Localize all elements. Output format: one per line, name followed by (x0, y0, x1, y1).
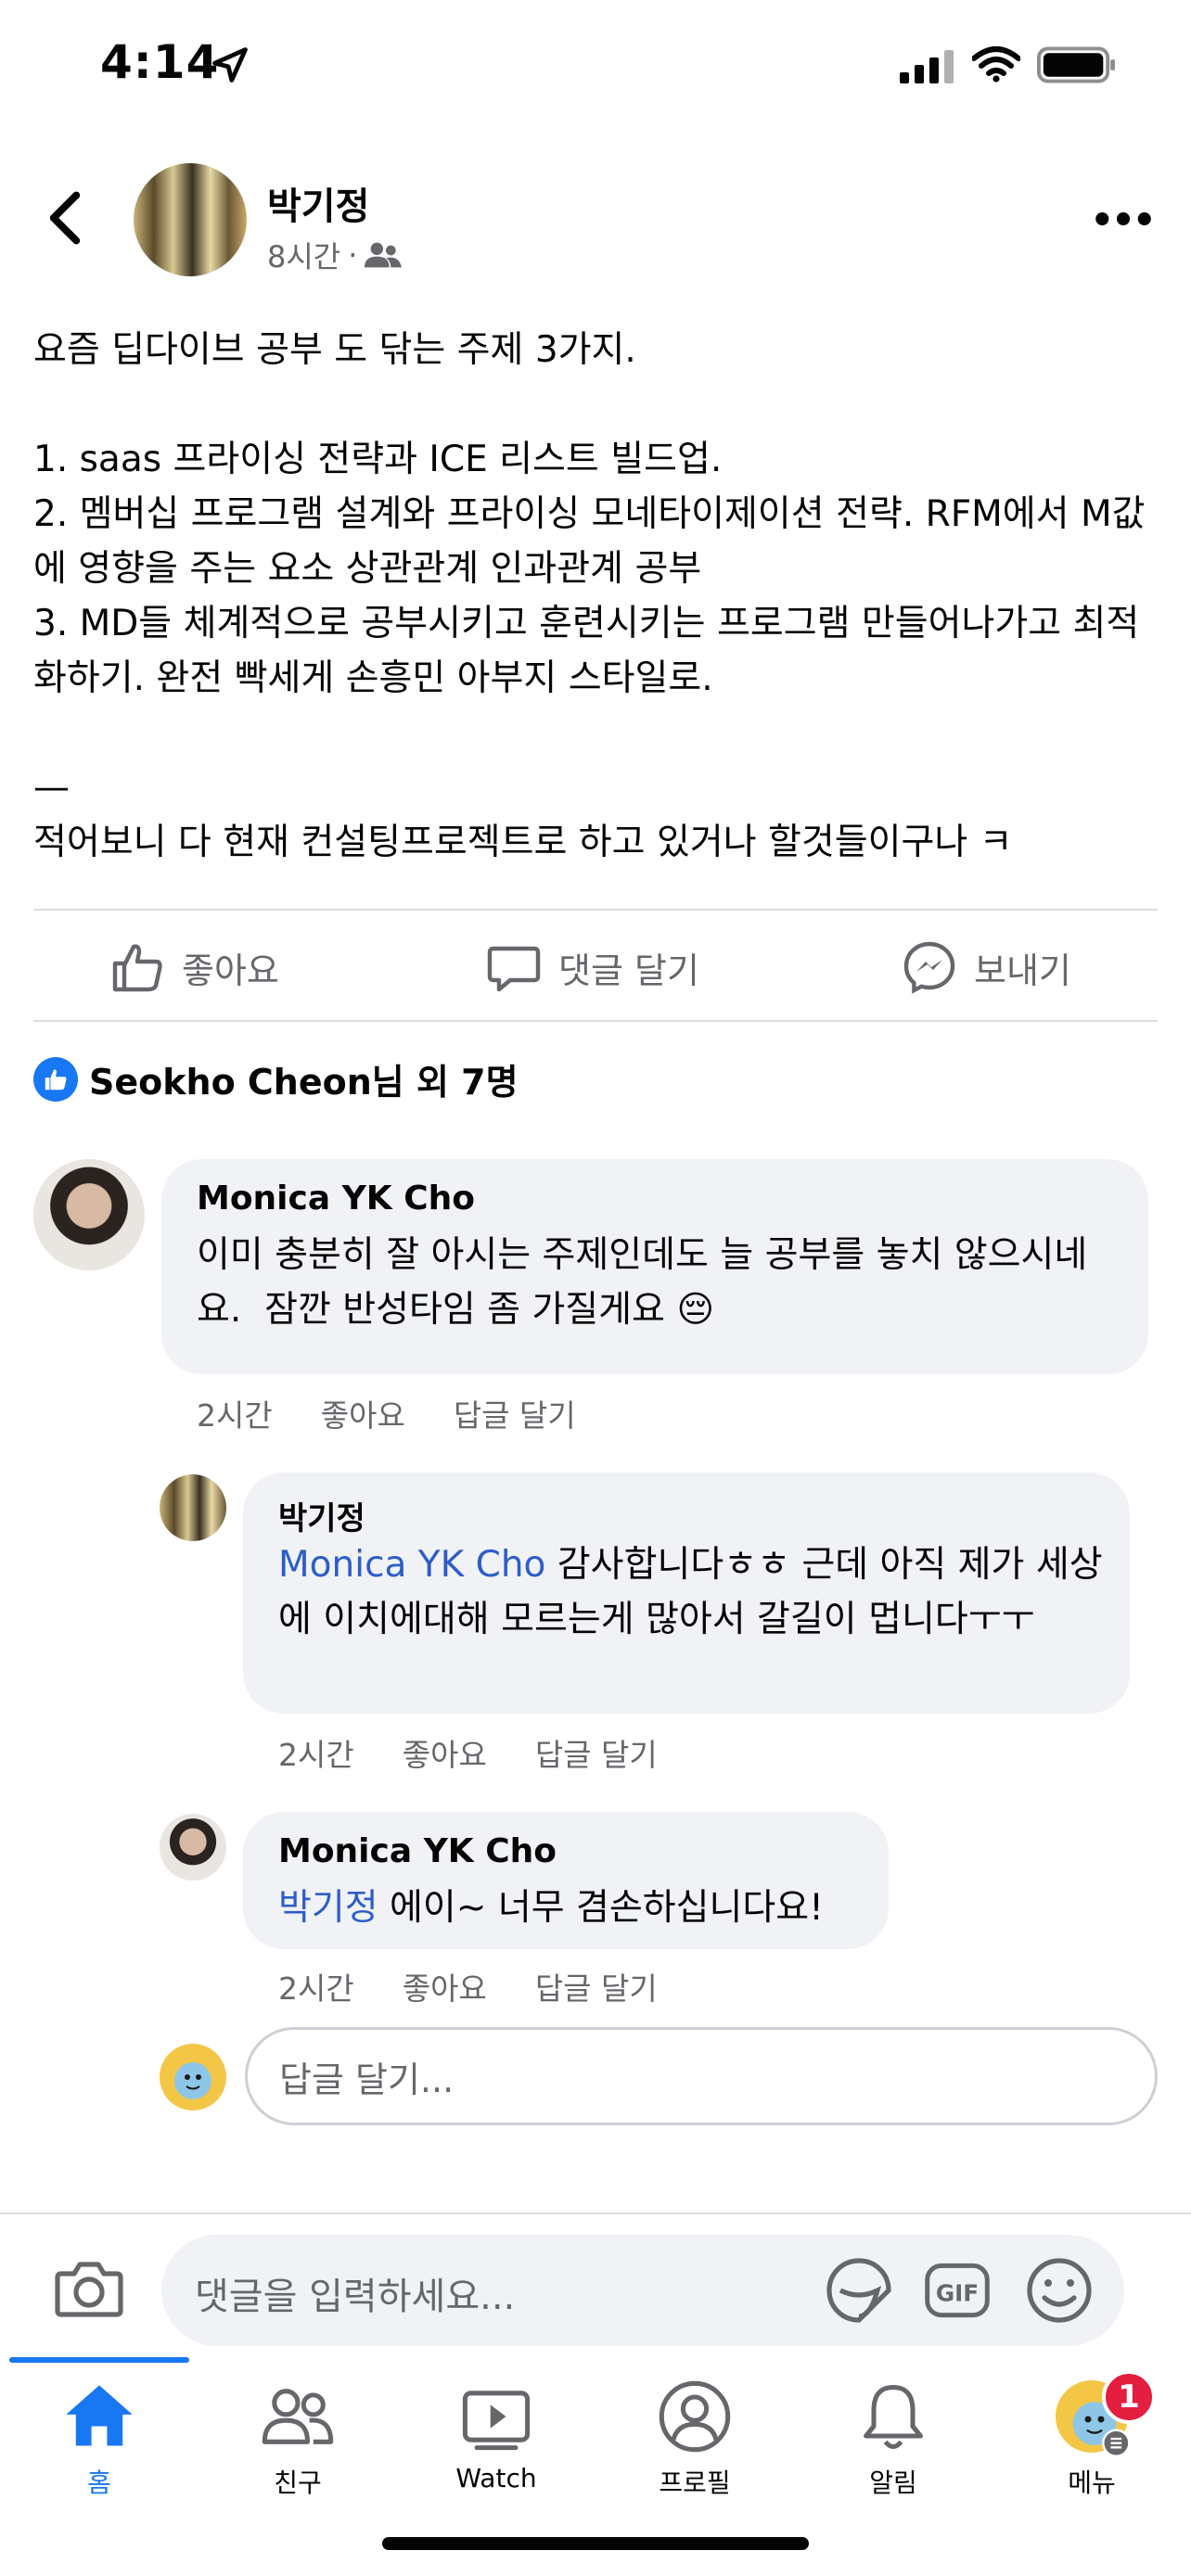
reply-meta: 2시간 좋아요 답글 달기 (278, 1964, 658, 2009)
tab-home[interactable]: 홈 (0, 2378, 198, 2500)
post-meta: 8시간 · (267, 234, 403, 276)
location-arrow-icon (212, 47, 248, 83)
mention-link[interactable]: Monica YK Cho (278, 1544, 545, 1586)
reply-text: 박기정 에이~ 너무 겸손하십니다요! (278, 1881, 872, 1935)
profile-icon (659, 2380, 731, 2453)
comment-author[interactable]: Monica YK Cho (197, 1180, 475, 1218)
comment-composer: 댓글을 입력하세요... GIF (0, 2213, 1191, 2363)
tab-label: 메뉴 (1068, 2468, 1116, 2498)
like-label: 좋아요 (182, 950, 279, 991)
tab-label: 알림 (869, 2468, 917, 2498)
sticker-icon[interactable] (822, 2253, 896, 2327)
reply-meta: 2시간 좋아요 답글 달기 (278, 1730, 658, 1775)
camera-icon[interactable] (52, 2251, 126, 2326)
status-time: 4:14 (100, 35, 220, 89)
bell-icon (864, 2384, 923, 2450)
watch-icon (462, 2391, 531, 2451)
home-icon (66, 2385, 133, 2446)
status-bar: 4:14 (0, 0, 1191, 130)
reply-text-body: 에이~ 너무 겸손하십니다요! (378, 1887, 824, 1929)
comment-meta: 2시간 좋아요 답글 달기 (197, 1391, 576, 1435)
thumbs-up-icon (112, 944, 162, 992)
reply-like-link[interactable]: 좋아요 (403, 1730, 487, 1775)
reply-time: 2시간 (278, 1970, 354, 2007)
reply-author-avatar[interactable] (160, 1474, 226, 1541)
comment-reply-link[interactable]: 답글 달기 (454, 1391, 576, 1435)
friends-icon (262, 2389, 334, 2444)
tab-label: Watch (455, 2463, 537, 2493)
tab-profile[interactable]: 프로필 (596, 2378, 794, 2500)
back-button[interactable] (37, 185, 93, 250)
divider (33, 1020, 1158, 1022)
reply-like-link[interactable]: 좋아요 (403, 1964, 487, 2009)
divider (33, 909, 1158, 911)
battery-icon (1037, 46, 1116, 83)
tab-watch[interactable]: Watch (397, 2378, 596, 2493)
reply-author-avatar[interactable] (160, 1814, 226, 1881)
comment-time: 2시간 (197, 1397, 273, 1434)
reactions-text: Seokho Cheon님 외 7명 (89, 1062, 519, 1103)
like-button[interactable]: 좋아요 (109, 935, 279, 1000)
reply-text: Monica YK Cho 감사합니다ㅎㅎ 근데 아직 제가 세상에 이치에대해… (278, 1537, 1104, 1647)
send-button[interactable]: 보내기 (902, 935, 1071, 1000)
reply-time: 2시간 (278, 1737, 354, 1773)
tab-label: 친구 (274, 2468, 322, 2498)
gif-icon[interactable]: GIF (922, 2255, 992, 2326)
tab-friends[interactable]: 친구 (198, 2378, 397, 2500)
home-indicator (382, 2537, 809, 2550)
comment-button[interactable]: 댓글 달기 (486, 935, 699, 1000)
send-label: 보내기 (974, 950, 1071, 991)
notification-badge: 1 (1102, 2370, 1156, 2424)
comment-bubble-icon (487, 946, 541, 992)
comment-input[interactable]: 댓글을 입력하세요... GIF (161, 2235, 1124, 2346)
tab-notifications[interactable]: 알림 (794, 2378, 992, 2500)
meta-separator: · (348, 237, 358, 273)
messenger-icon (903, 941, 955, 994)
more-options-icon[interactable] (1095, 198, 1152, 239)
current-user-avatar (160, 2044, 226, 2111)
reply-author[interactable]: 박기정 (278, 1493, 365, 1538)
author-avatar[interactable] (134, 163, 247, 276)
svg-text:GIF: GIF (936, 2279, 979, 2306)
like-reaction-icon (33, 1056, 78, 1102)
commenter-avatar[interactable] (33, 1159, 145, 1270)
mention-link[interactable]: 박기정 (278, 1887, 378, 1929)
author-name[interactable]: 박기정 (267, 176, 369, 230)
tab-label: 홈 (87, 2468, 111, 2498)
reply-reply-link[interactable]: 답글 달기 (535, 1730, 658, 1775)
friends-icon (365, 242, 403, 268)
comment-text: 이미 충분히 잘 아시는 주제인데도 늘 공부를 놓치 않으시네요. 잠깐 반성… (197, 1234, 1088, 1331)
wifi-icon (972, 46, 1020, 83)
emoji-icon[interactable] (1022, 2253, 1096, 2327)
cartoon-avatar-icon (174, 2062, 211, 2099)
cellular-signal-icon (900, 50, 954, 83)
comment-like-link[interactable]: 좋아요 (321, 1391, 405, 1435)
reactions-summary[interactable]: Seokho Cheon님 외 7명 (33, 1053, 519, 1104)
tab-label: 프로필 (659, 2468, 731, 2498)
reply-input[interactable]: 답글 달기... (245, 2027, 1158, 2125)
post-time: 8시간 (267, 239, 341, 274)
reply-reply-link[interactable]: 답글 달기 (535, 1964, 658, 2009)
post-body: 요즘 딥다이브 공부 도 닦는 주제 3가지. 1. saas 프라이싱 전략과… (33, 329, 1146, 863)
tab-menu[interactable]: 메뉴 (992, 2378, 1191, 2500)
reply-input-placeholder: 답글 달기... (279, 2059, 455, 2100)
comment-input-placeholder: 댓글을 입력하세요... (195, 2276, 516, 2318)
reply-author[interactable]: Monica YK Cho (278, 1832, 557, 1870)
comment-label: 댓글 달기 (558, 950, 699, 991)
